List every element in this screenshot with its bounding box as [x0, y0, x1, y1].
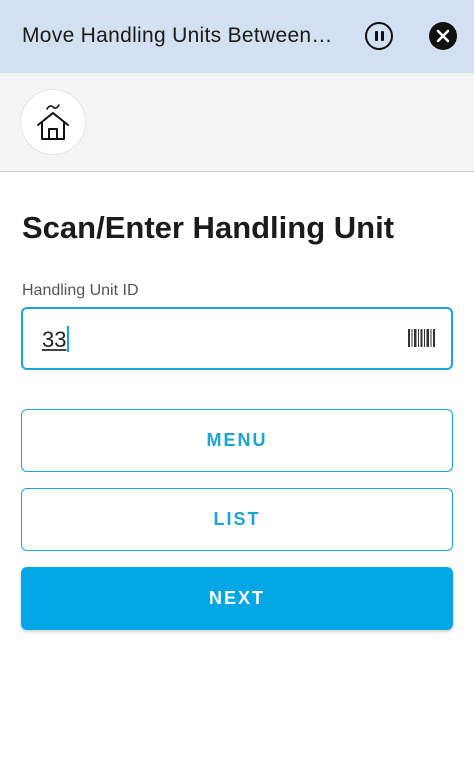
pause-icon: [374, 31, 378, 41]
window-title: Move Handling Units Between Storage Bins: [22, 24, 334, 47]
input-value-wrapper: 33: [42, 326, 70, 353]
text-caret: [67, 326, 70, 352]
list-button[interactable]: LIST: [21, 488, 453, 551]
menu-button[interactable]: MENU: [21, 409, 453, 472]
handling-unit-id-value: 33: [42, 327, 67, 352]
home-button[interactable]: [20, 89, 86, 155]
handling-unit-id-input[interactable]: 33: [21, 307, 453, 370]
home-icon: [37, 104, 69, 140]
close-button[interactable]: [429, 22, 457, 50]
pause-icon: [380, 31, 384, 41]
page-title: Scan/Enter Handling Unit: [22, 210, 395, 245]
title-bar: Move Handling Units Between Storage Bins: [0, 0, 474, 73]
handling-unit-id-label: Handling Unit ID: [22, 282, 139, 299]
nav-bar: [0, 73, 474, 172]
next-button[interactable]: NEXT: [21, 567, 453, 630]
barcode-icon[interactable]: [408, 329, 436, 347]
pause-button[interactable]: [365, 22, 393, 50]
close-icon: [436, 29, 450, 43]
